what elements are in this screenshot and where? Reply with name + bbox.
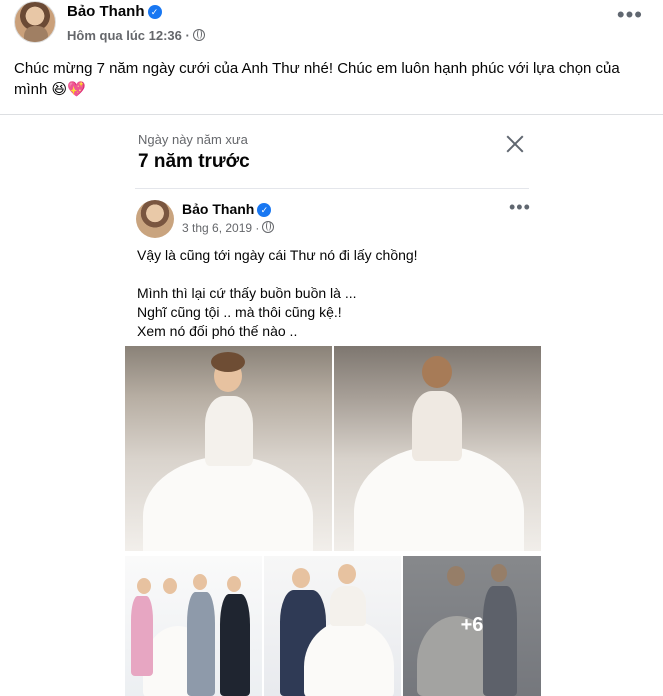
photo-bride-back[interactable] [334, 346, 541, 551]
photo-father-and-bride[interactable] [264, 556, 401, 696]
memory-card: Ngày này năm xưa 7 năm trước Bảo Thanh ✓ … [125, 115, 541, 696]
author-avatar[interactable] [14, 1, 56, 43]
verified-badge-icon: ✓ [257, 203, 272, 217]
globe-icon[interactable] [192, 29, 205, 41]
original-post-date[interactable]: 3 thg 6, 2019 · [182, 221, 259, 235]
photo-family-group[interactable] [125, 556, 262, 696]
more-photos-count: +6 [460, 614, 484, 636]
post-header: Bảo Thanh ✓ Hôm qua lúc 12:36 · ••• [0, 0, 663, 50]
photo-more[interactable]: +6 [403, 556, 541, 696]
memory-title: 7 năm trước [138, 151, 250, 172]
original-post-meta: 3 thg 6, 2019 · [182, 221, 275, 235]
verified-badge-icon: ✓ [147, 5, 162, 19]
globe-icon [262, 221, 275, 233]
author-name[interactable]: Bảo Thanh [67, 3, 145, 20]
original-more-options-icon[interactable]: ••• [509, 198, 531, 216]
post-timestamp[interactable]: Hôm qua lúc 12:36 · [67, 28, 190, 43]
close-icon[interactable] [505, 134, 525, 154]
author-name-row: Bảo Thanh ✓ [67, 3, 162, 20]
memory-divider [135, 188, 529, 189]
more-options-icon[interactable]: ••• [617, 4, 643, 26]
post-meta: Hôm qua lúc 12:36 · [67, 28, 205, 43]
original-author-row: Bảo Thanh ✓ [182, 201, 272, 217]
original-post-text: Vậy là cũng tới ngày cái Thư nó đi lấy c… [137, 247, 418, 339]
original-author-avatar[interactable] [136, 200, 174, 238]
original-author-name[interactable]: Bảo Thanh [182, 201, 254, 217]
memory-subtitle: Ngày này năm xưa [138, 132, 248, 147]
post-text: Chúc mừng 7 năm ngày cưới của Anh Thư nh… [14, 60, 620, 98]
photo-bride-front[interactable] [125, 346, 332, 551]
